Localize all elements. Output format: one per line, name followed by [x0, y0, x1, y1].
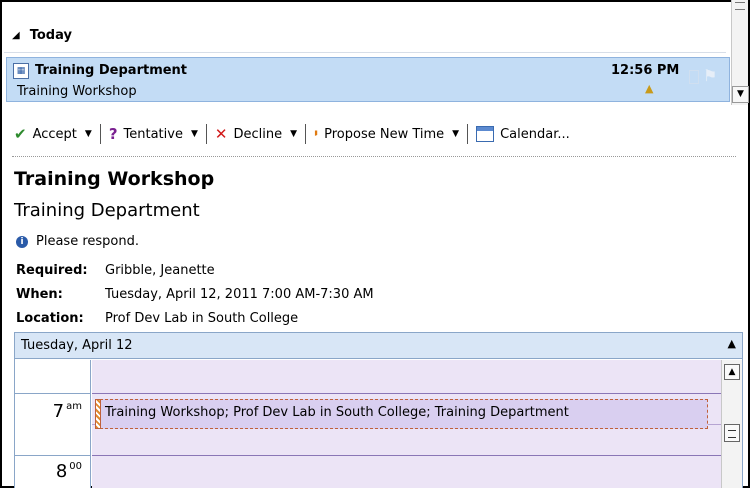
required-value[interactable]: Gribble, Jeanette: [105, 263, 215, 278]
toolbar-separator: [305, 124, 306, 144]
info-bar: i Please respond.: [16, 234, 139, 249]
appointment-text: Training Workshop; Prof Dev Lab in South…: [105, 405, 569, 420]
when-value: Tuesday, April 12, 2011 7:00 AM-7:30 AM: [105, 287, 374, 302]
tentative-label: Tentative: [123, 126, 183, 142]
chevron-down-icon: ▼: [190, 129, 198, 139]
x-icon: ✕: [214, 125, 228, 143]
required-label: Required:: [16, 263, 88, 278]
propose-time-icon: י: [314, 126, 319, 142]
calendar-button[interactable]: Calendar...: [476, 126, 576, 142]
chevron-down-icon: ▼: [452, 129, 460, 139]
meeting-request-icon: ▦: [13, 63, 29, 79]
scroll-down-arrow-icon[interactable]: ▼: [732, 86, 749, 103]
group-label: Today: [29, 28, 72, 43]
propose-new-time-button[interactable]: י Propose New Time ▼: [314, 126, 465, 142]
propose-label: Propose New Time: [324, 126, 445, 142]
hour-line: [15, 393, 91, 394]
group-header-today[interactable]: ◢ Today: [12, 28, 72, 43]
hour-label-8: 8 00: [55, 461, 82, 482]
grid-line: [92, 455, 721, 456]
message-sender: Training Department: [35, 63, 188, 78]
scroll-grip-icon[interactable]: [735, 2, 745, 10]
scroll-up-arrow-icon[interactable]: ▲: [724, 364, 740, 380]
check-icon: ✔: [14, 125, 27, 143]
accept-label: Accept: [32, 126, 77, 142]
calendar-preview-header[interactable]: Tuesday, April 12 ▲: [15, 333, 742, 359]
chevron-up-icon[interactable]: ▲: [728, 337, 736, 350]
meeting-response-toolbar: ✔ Accept ▼ ? Tentative ▼ ✕ Decline ▼ י P…: [14, 124, 576, 144]
collapse-triangle-icon[interactable]: ◢: [12, 30, 20, 41]
decline-button[interactable]: ✕ Decline ▼: [215, 125, 303, 143]
divider: [4, 52, 726, 53]
meeting-subject: Training Workshop: [14, 168, 215, 190]
time-ruler: 7 am 8 00: [15, 360, 91, 488]
message-list-scrollbar[interactable]: ▼: [731, 0, 749, 105]
location-value: Prof Dev Lab in South College: [105, 311, 299, 326]
meeting-organizer: Training Department: [14, 200, 200, 221]
chevron-down-icon: ▼: [84, 129, 92, 139]
chevron-down-icon: ▼: [290, 129, 297, 139]
toolbar-separator: [467, 124, 469, 144]
calendar-preview: Tuesday, April 12 ▲ 7 am 8 00 Training Wor…: [14, 332, 743, 488]
toolbar-separator: [99, 124, 101, 144]
calendar-scrollbar[interactable]: ▲: [721, 360, 742, 488]
message-time: 12:56 PM: [611, 63, 680, 78]
decline-label: Decline: [233, 126, 283, 142]
toolbar-separator: [205, 124, 207, 144]
flag-icon[interactable]: ⚑: [703, 66, 717, 85]
grid-line: [92, 393, 721, 394]
question-icon: ?: [108, 125, 118, 143]
info-icon: i: [16, 235, 28, 248]
day-grid[interactable]: Training Workshop; Prof Dev Lab in South…: [92, 360, 721, 488]
divider: [12, 156, 736, 157]
accept-button[interactable]: ✔ Accept ▼: [14, 125, 98, 143]
tentative-button[interactable]: ? Tentative ▼: [109, 125, 204, 143]
when-label: When:: [16, 287, 63, 302]
appointment-block[interactable]: Training Workshop; Prof Dev Lab in South…: [95, 399, 708, 429]
calendar-label: Calendar...: [500, 126, 570, 142]
message-subject: Training Workshop: [17, 84, 137, 99]
reminder-bell-icon: ▲: [645, 82, 654, 95]
hour-label-7: 7 am: [52, 401, 82, 422]
location-label: Location:: [16, 311, 84, 326]
hour-line: [15, 455, 91, 456]
scroll-thumb[interactable]: [724, 424, 740, 442]
category-box[interactable]: [689, 70, 699, 84]
info-text: Please respond.: [36, 234, 139, 249]
calendar-icon: [476, 126, 495, 142]
tentative-status-bar: [95, 399, 101, 429]
message-list-item[interactable]: ▦ Training Department Training Workshop …: [6, 57, 730, 102]
calendar-date: Tuesday, April 12: [21, 338, 133, 353]
